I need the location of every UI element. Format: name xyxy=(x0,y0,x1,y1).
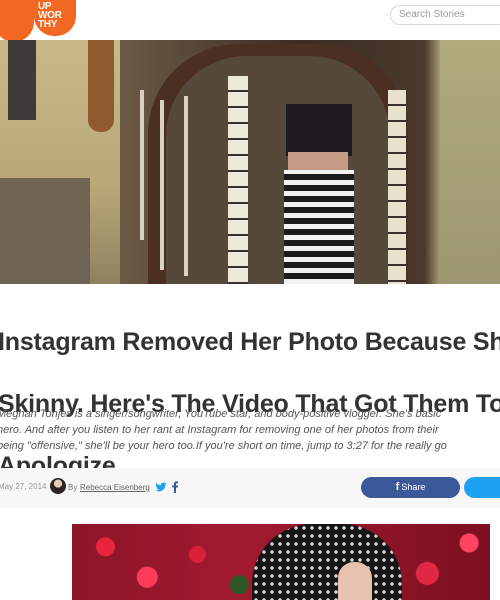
facebook-f-icon: f xyxy=(395,481,400,493)
author-link[interactable]: Rebecca Eisenberg xyxy=(80,483,150,492)
hero-mirror xyxy=(166,56,390,284)
hero-shelf xyxy=(0,178,90,284)
summary-line: Meghan Tonjes is a singer/songwriter, Yo… xyxy=(0,408,442,420)
publish-date: May 27, 2014 xyxy=(0,482,47,491)
hero-necklace xyxy=(160,100,164,270)
hero-guitar xyxy=(88,40,114,132)
logo-line-3: THY xyxy=(38,19,58,30)
hero-image xyxy=(0,40,500,284)
avatar[interactable] xyxy=(50,478,66,494)
twitter-icon[interactable] xyxy=(155,481,167,493)
search-placeholder: Search Stories xyxy=(399,9,465,20)
by-label: By xyxy=(68,483,78,492)
share-label: Share xyxy=(401,482,426,492)
hero-photostrip xyxy=(228,76,248,284)
summary-line: hero. And after you listen to her rant a… xyxy=(0,424,439,436)
hero-striped-skirt xyxy=(284,170,354,284)
hero-necklace xyxy=(140,90,144,240)
photo-arm xyxy=(338,562,372,600)
upworthy-logo[interactable]: UP WOR THY xyxy=(34,0,76,36)
site-header: UP WOR THY Search Stories xyxy=(0,0,500,42)
hero-right-wall xyxy=(440,40,500,284)
article-photo xyxy=(72,524,490,600)
search-input[interactable]: Search Stories xyxy=(390,5,500,25)
facebook-icon[interactable] xyxy=(171,481,179,493)
twitter-share-button[interactable] xyxy=(464,477,500,498)
facebook-share-button[interactable]: f Share xyxy=(361,477,460,498)
headline-line: Instagram Removed Her Photo Because She xyxy=(0,328,500,356)
article-summary: Meghan Tonjes is a singer/songwriter, Yo… xyxy=(0,406,500,454)
hero-necklace xyxy=(184,96,188,276)
hero-scarf xyxy=(8,40,36,120)
logo-decoration xyxy=(0,0,34,42)
hero-person-top xyxy=(286,104,352,156)
hero-photostrip xyxy=(388,90,406,284)
summary-line: being "offensive," she'll be your hero t… xyxy=(0,440,447,452)
